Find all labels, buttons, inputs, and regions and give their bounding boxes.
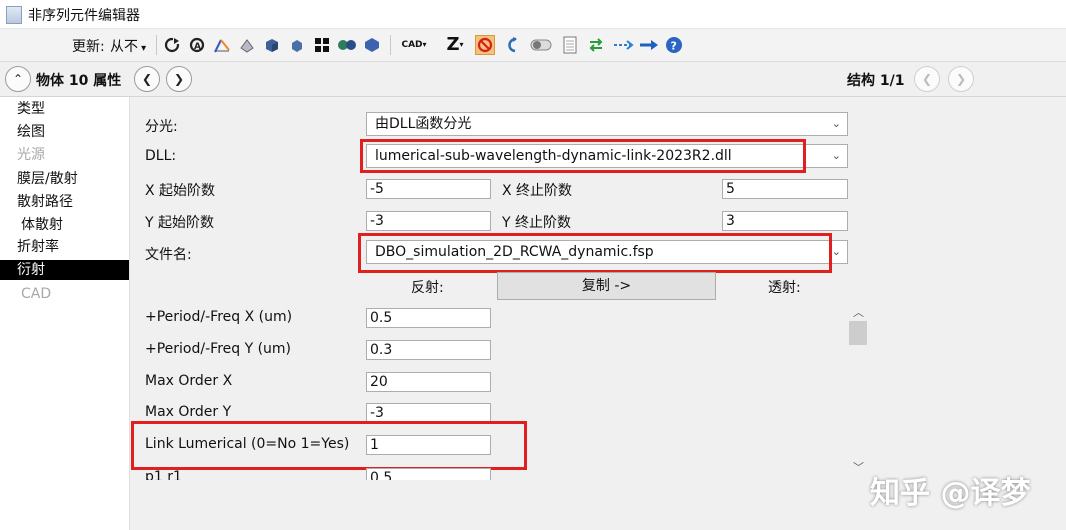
arrow-right-icon[interactable] bbox=[637, 35, 661, 55]
toolbar: 更新: 从不 A CAD▾ Z▾ bbox=[0, 29, 1066, 62]
sidebar-item-type[interactable]: 类型 bbox=[0, 99, 129, 119]
cad-menu-icon[interactable]: CAD ▾ bbox=[398, 35, 430, 55]
y-start-order-input[interactable]: -3 bbox=[366, 211, 491, 231]
diffraction-settings-panel: 分光: 由DLL函数分光 ⌄ DLL: lumerical-sub-wavele… bbox=[130, 97, 1066, 530]
param-input[interactable]: 20 bbox=[366, 372, 491, 392]
param-label: +Period/-Freq Y (um) bbox=[145, 341, 292, 357]
cad-menu-label: CAD bbox=[401, 39, 423, 50]
highlight-box bbox=[358, 233, 832, 273]
app-icon bbox=[6, 6, 22, 24]
solid-model-icon[interactable] bbox=[287, 35, 307, 55]
update-mode-dropdown[interactable]: 从不 bbox=[110, 36, 146, 56]
chevron-up-icon: ⌃ bbox=[12, 72, 24, 86]
object-nav-bar: ⌃ 物体 10 属性 ❮ ❯ 结构 1/1 ❮ ❯ bbox=[0, 62, 1066, 97]
z-menu-label: Z bbox=[446, 34, 460, 55]
dots-icon[interactable] bbox=[337, 35, 357, 55]
chevron-down-icon: ▾ bbox=[422, 40, 427, 49]
y-end-order-label: Y 终止阶数 bbox=[502, 215, 572, 231]
refresh-all-icon[interactable]: A bbox=[187, 35, 207, 55]
next-structure-button[interactable]: ❯ bbox=[948, 66, 974, 92]
toolbar-separator bbox=[390, 35, 391, 55]
split-label: 分光: bbox=[145, 119, 178, 135]
toggle-icon[interactable] bbox=[528, 35, 554, 55]
polygon-icon[interactable] bbox=[362, 35, 382, 55]
split-dropdown[interactable]: 由DLL函数分光 ⌄ bbox=[366, 112, 848, 136]
no-icon[interactable] bbox=[475, 35, 495, 55]
chevron-down-icon: ⌄ bbox=[831, 149, 841, 162]
chevron-right-icon: ❯ bbox=[955, 72, 967, 86]
chevron-down-icon: ⌄ bbox=[831, 245, 841, 258]
sidebar-item-cad[interactable]: CAD bbox=[0, 284, 129, 304]
highlight-box bbox=[131, 421, 527, 470]
prev-structure-button[interactable]: ❮ bbox=[914, 66, 940, 92]
param-label: p1 r1 bbox=[145, 469, 182, 480]
y-end-order-input[interactable]: 3 bbox=[722, 211, 848, 231]
svg-text:?: ? bbox=[671, 40, 677, 53]
chevron-down-icon: ▾ bbox=[459, 40, 464, 49]
x-end-order-input[interactable]: 5 bbox=[722, 179, 848, 199]
reflect-label: 反射: bbox=[411, 280, 444, 296]
sidebar-item-diffraction[interactable]: 衍射 bbox=[0, 260, 129, 280]
ray-trace-icon[interactable] bbox=[212, 35, 232, 55]
structure-indicator: 结构 1/1 bbox=[847, 73, 905, 89]
file-name-label: 文件名: bbox=[145, 247, 192, 263]
toolbar-separator bbox=[156, 35, 157, 55]
highlight-box bbox=[360, 139, 806, 173]
help-icon[interactable]: ? bbox=[664, 35, 684, 55]
settings-scroll-region: 分光: 由DLL函数分光 ⌄ DLL: lumerical-sub-wavele… bbox=[130, 97, 1066, 480]
chevron-right-icon: ❯ bbox=[173, 72, 185, 86]
chevron-left-icon: ❮ bbox=[921, 72, 933, 86]
param-input[interactable]: -3 bbox=[366, 403, 491, 423]
refresh-icon[interactable] bbox=[162, 35, 182, 55]
param-label: +Period/-Freq X (um) bbox=[145, 309, 293, 325]
sidebar-item-coating-scatter[interactable]: 膜层/散射 bbox=[0, 169, 129, 189]
scroll-down-icon[interactable]: ﹀ bbox=[853, 462, 864, 473]
sidebar-item-sources[interactable]: 光源 bbox=[0, 145, 129, 165]
param-input[interactable]: 0.5 bbox=[366, 308, 491, 328]
next-object-button[interactable]: ❯ bbox=[166, 66, 192, 92]
sidebar-item-draw[interactable]: 绘图 bbox=[0, 122, 129, 142]
param-input[interactable]: 0.5 bbox=[366, 468, 491, 480]
param-label: Max Order Y bbox=[145, 404, 232, 420]
z-menu-icon[interactable]: Z ▾ bbox=[442, 35, 468, 55]
collapse-button[interactable]: ⌃ bbox=[5, 66, 31, 92]
title-bar: 非序列元件编辑器 bbox=[0, 0, 1066, 29]
document-icon[interactable] bbox=[560, 35, 580, 55]
sidebar-item-index[interactable]: 折射率 bbox=[0, 237, 129, 257]
x-start-order-label: X 起始阶数 bbox=[145, 183, 216, 199]
params-scrollbar[interactable]: ︿ ﹀ bbox=[848, 304, 868, 480]
dll-label: DLL: bbox=[145, 148, 177, 164]
x-start-order-input[interactable]: -5 bbox=[366, 179, 491, 199]
sidebar-item-scatter-path[interactable]: 散射路径 bbox=[0, 192, 129, 212]
transmit-label: 透射: bbox=[768, 280, 801, 296]
param-input[interactable]: 0.3 bbox=[366, 340, 491, 360]
prev-object-button[interactable]: ❮ bbox=[134, 66, 160, 92]
param-label: Max Order X bbox=[145, 373, 233, 389]
scroll-up-icon[interactable]: ︿ bbox=[853, 307, 864, 318]
object-properties-title: 物体 10 属性 bbox=[36, 73, 122, 89]
watermark: 知乎 @译梦 bbox=[870, 476, 1031, 511]
update-label: 更新: bbox=[72, 39, 105, 55]
matrix-icon[interactable] bbox=[312, 35, 332, 55]
layout-icon[interactable] bbox=[237, 35, 257, 55]
chevron-left-icon: ❮ bbox=[141, 72, 153, 86]
property-categories-sidebar: 类型 绘图 光源 膜层/散射 散射路径 体散射 折射率 衍射 CAD bbox=[0, 97, 130, 530]
dotted-arrow-icon[interactable] bbox=[611, 35, 635, 55]
sidebar-item-volume-scatter[interactable]: 体散射 bbox=[0, 215, 129, 235]
undo-icon[interactable] bbox=[502, 35, 522, 55]
split-value: 由DLL函数分光 bbox=[375, 116, 472, 132]
swap-icon[interactable] bbox=[586, 35, 606, 55]
y-start-order-label: Y 起始阶数 bbox=[145, 215, 215, 231]
scrollbar-thumb[interactable] bbox=[849, 321, 867, 345]
shaded-model-icon[interactable] bbox=[262, 35, 282, 55]
svg-text:A: A bbox=[194, 42, 201, 52]
x-end-order-label: X 终止阶数 bbox=[502, 183, 573, 199]
chevron-down-icon: ⌄ bbox=[831, 117, 841, 130]
copy-button[interactable]: 复制 -> bbox=[497, 272, 716, 300]
window-title: 非序列元件编辑器 bbox=[28, 8, 140, 24]
